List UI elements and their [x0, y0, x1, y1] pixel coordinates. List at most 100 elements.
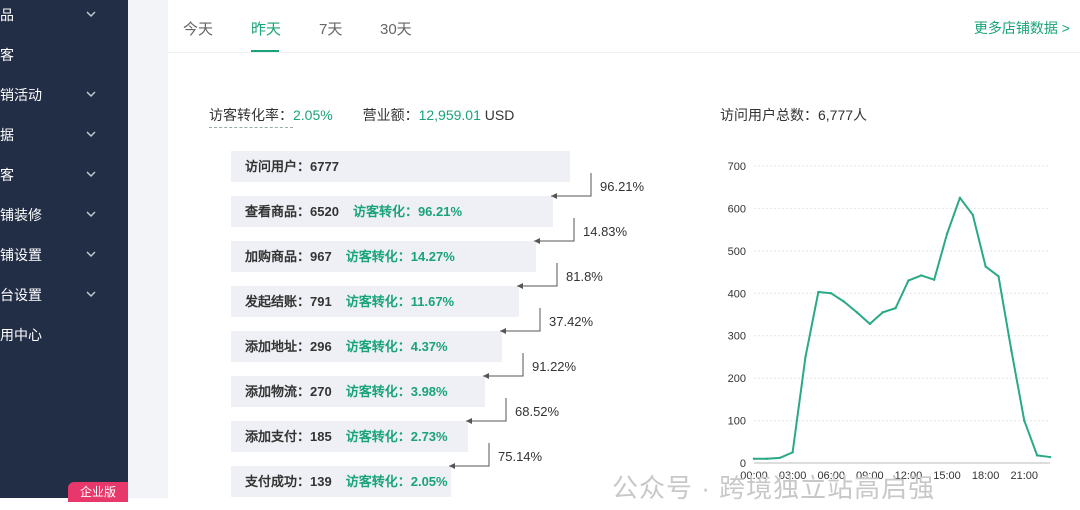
visitors-data-point[interactable]: [830, 292, 833, 295]
tab-yesterday[interactable]: 昨天: [251, 18, 281, 39]
visitors-data-point[interactable]: [804, 355, 807, 359]
sidebar-item-label: 用中心: [0, 327, 42, 343]
visitors-data-point[interactable]: [984, 265, 987, 268]
funnel-step-rate: 91.22%: [532, 359, 577, 374]
sidebar-item-label: 铺设置: [0, 247, 42, 263]
funnel-step-count: 185: [310, 429, 332, 444]
sidebar-item-label: 品: [0, 7, 14, 23]
funnel-step-count: 6520: [310, 204, 339, 219]
funnel-step-label: 支付成功：: [245, 474, 311, 489]
visitors-data-point[interactable]: [752, 457, 756, 460]
chevron-down-icon: [86, 171, 96, 177]
more-store-data-link[interactable]: 更多店铺数据 >: [974, 18, 1070, 38]
funnel-step-count: 296: [310, 339, 332, 354]
visitors-data-point[interactable]: [881, 311, 884, 314]
visitors-data-point[interactable]: [868, 322, 872, 326]
funnel-step-connector: [534, 218, 575, 244]
revenue-label: 营业额：: [362, 107, 419, 123]
sidebar-item[interactable]: 用中心: [0, 315, 128, 355]
visitors-data-point[interactable]: [907, 279, 910, 282]
tab-7-days[interactable]: 7天: [319, 18, 342, 39]
visitors-data-point[interactable]: [945, 232, 949, 236]
sidebar: 品客销活动据客铺装修 铺设置 台设置 用中心 企业版: [0, 0, 128, 502]
conversion-rate-value: 2.05%: [293, 107, 333, 123]
total-visitors-label: 访问用户总数：: [720, 107, 818, 123]
sidebar-item[interactable]: 铺装修: [0, 195, 128, 235]
visitors-data-point[interactable]: [932, 278, 936, 281]
x-tick-label: 21:00: [1010, 470, 1038, 482]
funnel-step-count: 270: [310, 384, 332, 399]
sidebar-item[interactable]: 据: [0, 115, 128, 155]
x-tick-label: 15:00: [933, 470, 961, 482]
funnel-step-count: 139: [310, 474, 332, 489]
total-visitors-summary: 访问用户总数：6,777人: [720, 105, 867, 125]
total-visitors-value: 6,777人: [818, 107, 868, 123]
visitors-data-point[interactable]: [1023, 419, 1026, 422]
sidebar-item-label: 铺装修: [0, 207, 42, 223]
sidebar-item[interactable]: 销活动: [0, 75, 128, 115]
chevron-down-icon: [86, 291, 96, 297]
visitors-data-point[interactable]: [842, 300, 846, 303]
y-tick-label: 600: [728, 203, 746, 215]
sidebar-item[interactable]: 客: [0, 35, 128, 75]
funnel-visitor-conversion-label: 访客转化：: [352, 204, 418, 219]
x-tick-label: 18:00: [972, 470, 1000, 482]
visitors-data-point[interactable]: [997, 275, 1000, 278]
funnel-visitor-conversion-label: 访客转化：: [345, 429, 411, 444]
chevron-down-icon: [86, 211, 96, 217]
funnel-step-label: 加购商品：: [245, 249, 311, 264]
funnel-step-rate: 68.52%: [515, 404, 560, 419]
visitors-data-point[interactable]: [920, 274, 923, 277]
y-tick-label: 200: [728, 373, 746, 385]
edition-badge: 企业版: [68, 482, 128, 502]
date-range-tabs: 今天 昨天 7天 30天 更多店铺数据 >: [168, 0, 1080, 53]
funnel-visitor-conversion-label: 访客转化：: [345, 249, 411, 264]
funnel-step-rate: 75.14%: [498, 449, 543, 464]
watermark-text: 公众号 · 跨境独立站高启强: [612, 473, 936, 503]
visitors-data-point[interactable]: [958, 196, 962, 200]
visitors-data-point[interactable]: [894, 306, 897, 310]
chevron-down-icon: [86, 131, 96, 137]
tab-30-days[interactable]: 30天: [380, 18, 412, 39]
conversion-summary: 访客转化率：2.05% 营业额：12,959.01 USD: [209, 105, 514, 128]
visitors-data-point[interactable]: [1048, 455, 1052, 459]
funnel-step-rate: 81.8%: [566, 269, 603, 284]
tab-today[interactable]: 今天: [183, 18, 213, 39]
funnel-visitor-conversion-label: 访客转化：: [345, 384, 411, 399]
visitors-data-point[interactable]: [817, 290, 820, 294]
sidebar-item-label: 客: [0, 167, 14, 183]
sidebar-item-label: 客: [0, 47, 14, 63]
sidebar-item[interactable]: 台设置: [0, 275, 128, 315]
funnel-step-label: 查看商品：: [245, 204, 311, 219]
visitors-data-point[interactable]: [778, 456, 781, 460]
funnel-step-connector: [466, 398, 507, 424]
funnel-step-connector: [483, 353, 524, 379]
chevron-down-icon: [86, 91, 96, 97]
visitors-data-point[interactable]: [971, 213, 974, 216]
funnel-step-rate: 14.83%: [583, 224, 628, 239]
visitors-data-point[interactable]: [855, 311, 859, 314]
sidebar-item[interactable]: 铺设置: [0, 235, 128, 275]
visitors-data-point[interactable]: [765, 457, 769, 460]
y-tick-label: 400: [728, 288, 746, 300]
funnel-step-label: 添加物流：: [245, 384, 311, 399]
sidebar-item[interactable]: 品: [0, 0, 128, 35]
revenue-value: 12,959.01: [418, 107, 481, 123]
funnel-step-label: 发起结账：: [245, 294, 311, 309]
funnel-step: 支付成功：139 访客转化：2.05%: [231, 466, 451, 497]
funnel-visitor-conversion-label: 访客转化：: [345, 294, 411, 309]
visitors-data-point[interactable]: [1010, 349, 1013, 352]
funnel-step-label: 添加地址：: [245, 339, 311, 354]
sidebar-item[interactable]: 客: [0, 155, 128, 195]
funnel-step-label: 访问用户：: [245, 159, 311, 174]
funnel-step-rate: 96.21%: [600, 179, 645, 194]
sidebar-item-label: 销活动: [0, 87, 42, 103]
y-tick-label: 300: [728, 331, 746, 343]
visitors-data-point[interactable]: [791, 451, 794, 454]
sidebar-item-label: 据: [0, 127, 14, 143]
conversion-rate-label: 访客转化率：: [209, 107, 293, 128]
content-gutter: [128, 0, 168, 498]
sidebar-item-label: 台设置: [0, 287, 42, 303]
visitors-data-point[interactable]: [1035, 454, 1039, 457]
funnel-visitor-conversion-label: 访客转化：: [345, 339, 411, 354]
